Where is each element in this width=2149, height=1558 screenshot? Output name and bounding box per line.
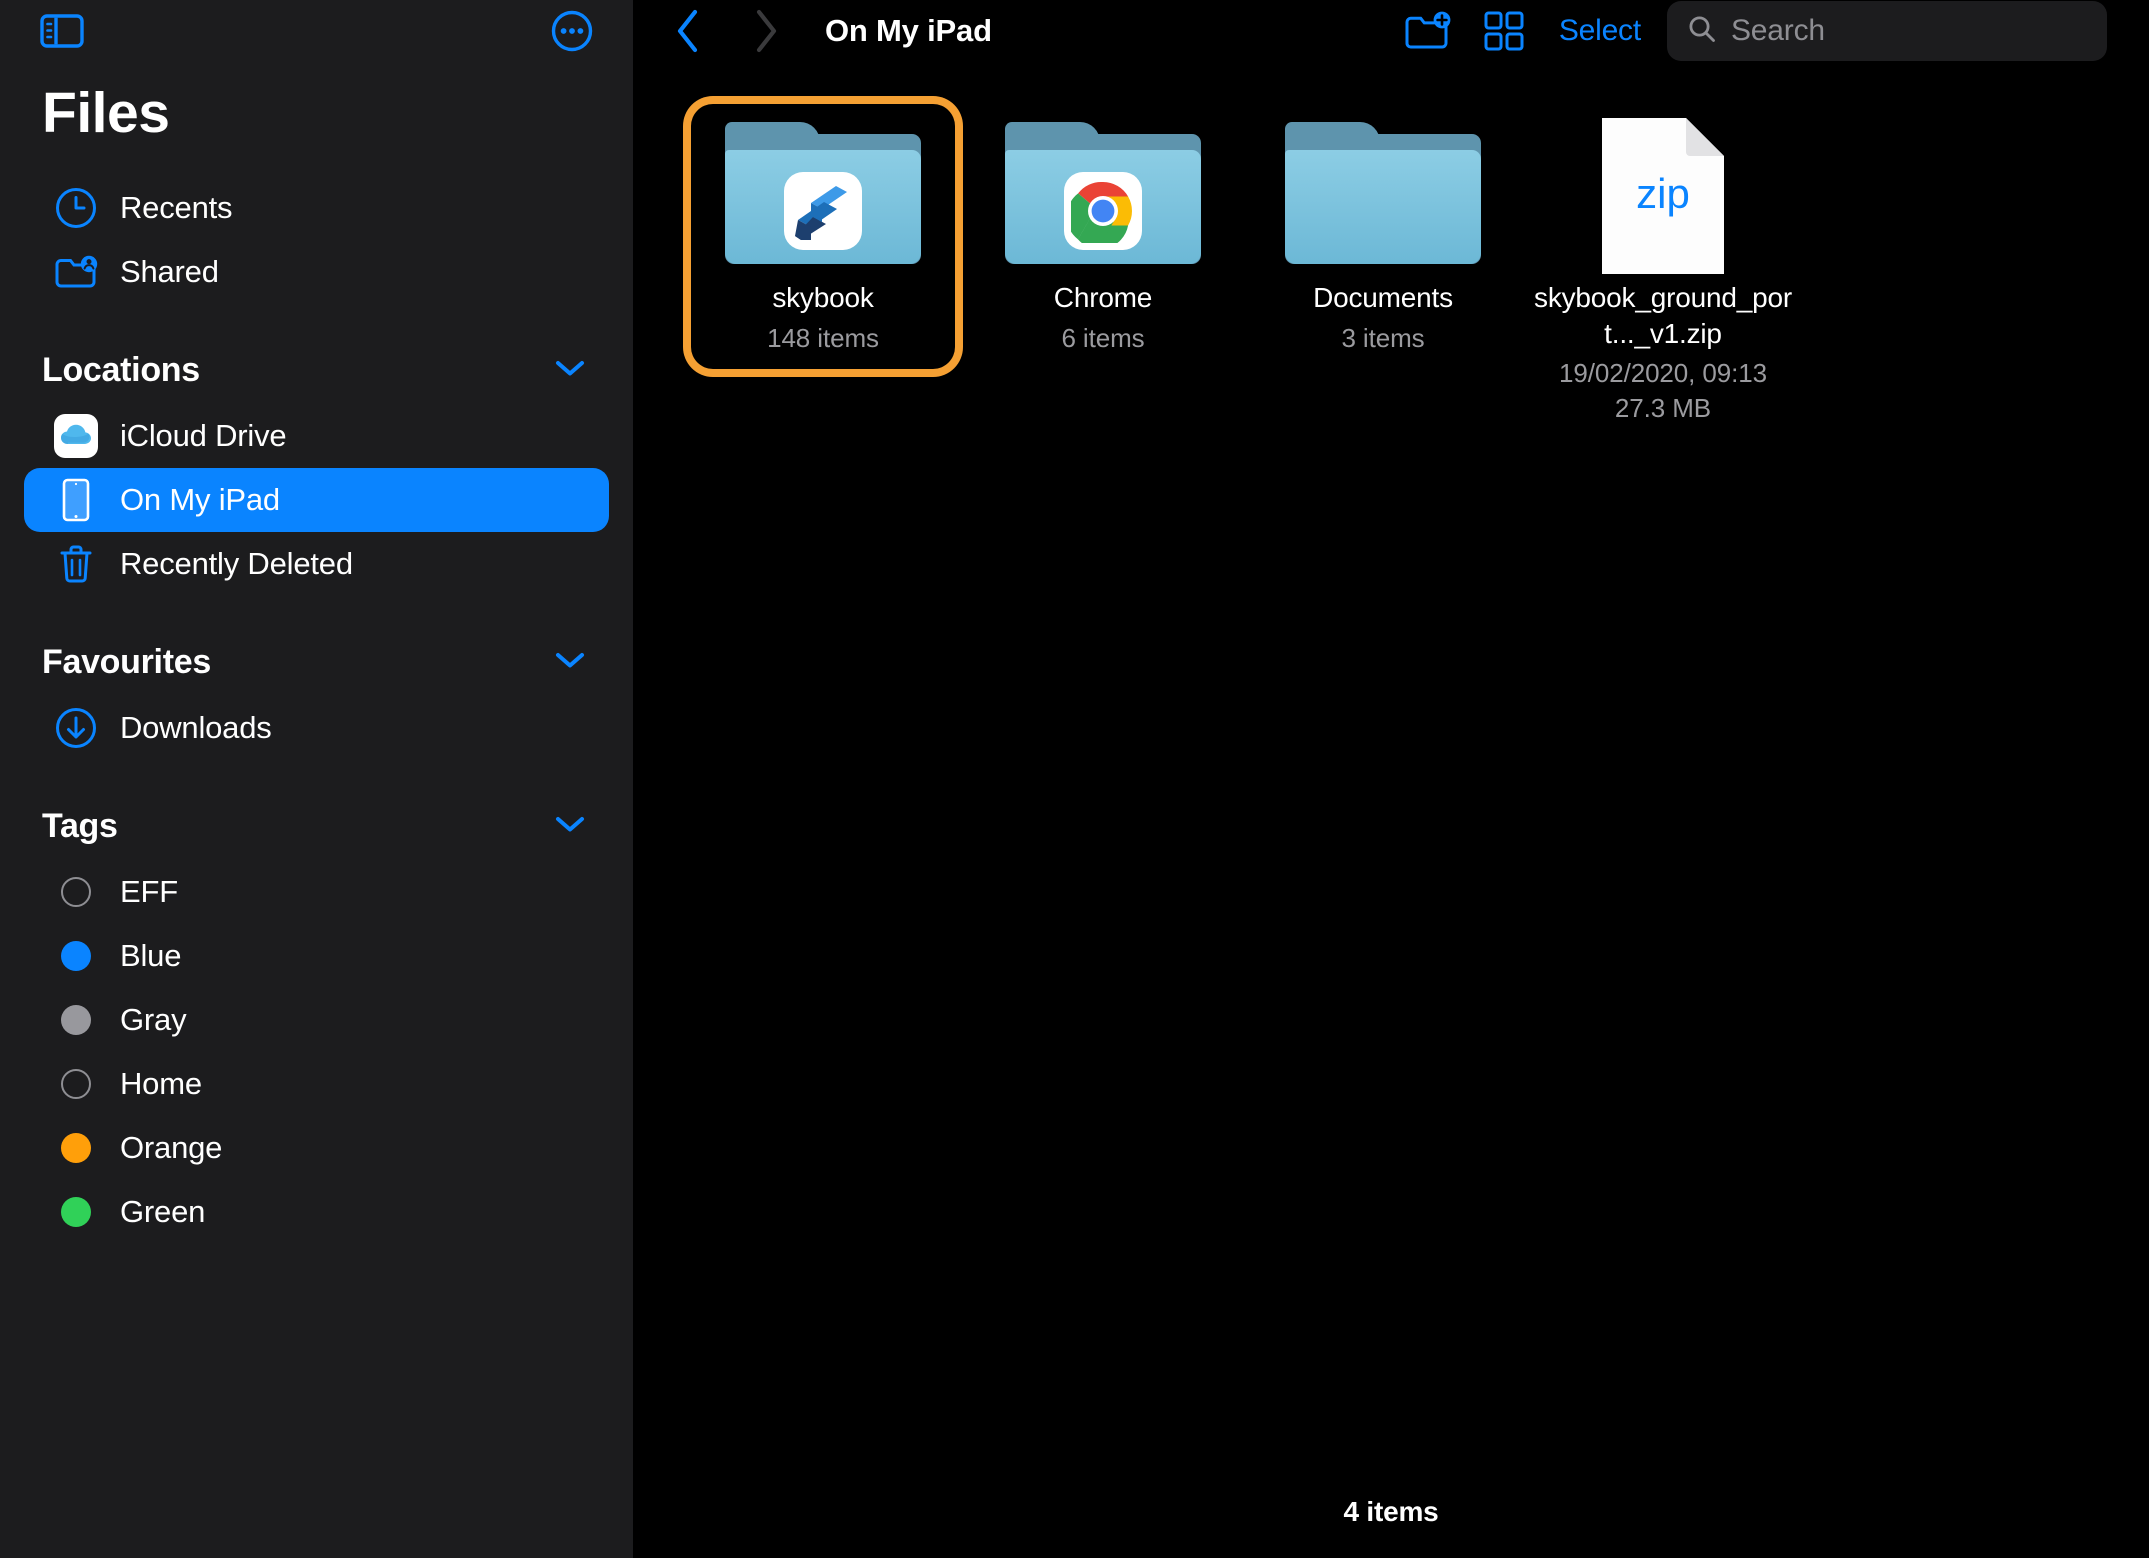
tag-color-icon (50, 941, 102, 971)
section-header-tags[interactable]: Tags (0, 798, 633, 854)
ipad-icon (50, 476, 102, 524)
sidebar-item-label: Blue (120, 938, 182, 973)
sidebar-item-label: EFF (120, 874, 178, 909)
sidebar-item-shared[interactable]: Shared (24, 240, 609, 304)
chrome-app-icon (1064, 172, 1142, 250)
chevron-down-icon[interactable] (555, 815, 585, 838)
chevron-down-icon[interactable] (555, 651, 585, 674)
sidebar-item-recents[interactable]: Recents (24, 176, 609, 240)
sidebar: Files Recents Shared Locations iCloud Dr… (0, 0, 633, 1558)
sidebar-toggle-glyph (40, 14, 84, 48)
select-button[interactable]: Select (1533, 14, 1667, 48)
file-grid: skybook 148 items Chrome 6 items Documen… (633, 62, 2149, 448)
file-thumbnail (1285, 112, 1481, 264)
sidebar-item-label: iCloud Drive (120, 418, 287, 453)
search-input[interactable]: Search (1667, 1, 2107, 61)
svg-text:zip: zip (1636, 170, 1690, 217)
sidebar-tag-blue[interactable]: Blue (24, 924, 609, 988)
file-name: skybook (772, 282, 874, 313)
sidebar-item-label: Shared (120, 254, 219, 289)
tag-color-icon (50, 1005, 102, 1035)
sidebar-item-icloud-drive[interactable]: iCloud Drive (24, 404, 609, 468)
folder-icon (725, 122, 921, 264)
file-name: Documents (1313, 282, 1453, 313)
sidebar-item-label: Recents (120, 190, 233, 225)
file-item-chrome[interactable]: Chrome 6 items (963, 96, 1243, 377)
favourites-list: Downloads (0, 696, 633, 760)
section-header-locations[interactable]: Locations (0, 342, 633, 398)
sidebar-toggle-icon[interactable] (40, 14, 84, 48)
icloud-drive-icon (50, 412, 102, 460)
search-icon (1687, 14, 1717, 49)
breadcrumb: On My iPad (825, 13, 992, 48)
chevron-right-icon (739, 4, 793, 58)
file-thumbnail: zip (1596, 112, 1730, 274)
sidebar-tag-home[interactable]: Home (24, 1052, 609, 1116)
trash-icon (50, 541, 102, 587)
file-date: 19/02/2020, 09:13 (1559, 358, 1767, 389)
sidebar-toolbar (0, 0, 633, 62)
file-item-skybook[interactable]: skybook 148 items (683, 96, 963, 377)
file-thumbnail (725, 112, 921, 264)
tag-color-icon (50, 877, 102, 907)
section-title: Favourites (42, 642, 211, 681)
file-name: Chrome (1053, 282, 1153, 313)
sidebar-tag-eff[interactable]: EFF (24, 860, 609, 924)
shared-folder-icon (50, 250, 102, 294)
tag-color-icon (50, 1133, 102, 1163)
files-app-window: Files Recents Shared Locations iCloud Dr… (0, 0, 2149, 1558)
skybook-app-icon (784, 172, 862, 250)
file-size: 27.3 MB (1614, 393, 1712, 424)
sidebar-item-label: Orange (120, 1130, 223, 1165)
folder-icon (1005, 122, 1201, 264)
main-toolbar: On My iPad Select Search (633, 0, 2149, 62)
clock-icon (50, 186, 102, 230)
sidebar-item-label: On My iPad (120, 482, 280, 517)
tag-color-icon (50, 1197, 102, 1227)
sidebar-tag-orange[interactable]: Orange (24, 1116, 609, 1180)
more-options-glyph (551, 10, 593, 52)
sidebar-item-label: Downloads (120, 710, 272, 745)
file-item-zip[interactable]: zip skybook_ground_port..._v1.zip 19/02/… (1523, 96, 1803, 448)
status-bar-item-count: 4 items (1343, 1496, 1439, 1527)
new-folder-icon[interactable] (1399, 5, 1457, 57)
file-subtitle: 148 items (767, 322, 879, 353)
file-subtitle: 3 items (1341, 322, 1425, 353)
sidebar-item-on-my-ipad[interactable]: On My iPad (24, 468, 609, 532)
tags-list: EFF Blue Gray Home Orange Green (0, 860, 633, 1244)
sidebar-item-recently-deleted[interactable]: Recently Deleted (24, 532, 609, 596)
file-thumbnail (1005, 112, 1201, 264)
section-title: Tags (42, 806, 118, 845)
search-placeholder: Search (1731, 14, 1825, 47)
sidebar-item-label: Green (120, 1194, 206, 1229)
main-content: On My iPad Select Search skybook 148 ite… (633, 0, 2149, 1558)
zip-file-icon: zip (1596, 112, 1730, 280)
grid-view-icon[interactable] (1475, 5, 1533, 57)
page-title: Files (42, 81, 170, 145)
sidebar-primary-nav: Recents Shared (0, 176, 633, 304)
sidebar-tag-green[interactable]: Green (24, 1180, 609, 1244)
more-options-icon[interactable] (551, 10, 593, 52)
sidebar-item-label: Gray (120, 1002, 187, 1037)
file-subtitle: 6 items (1061, 322, 1145, 353)
chevron-down-icon[interactable] (555, 359, 585, 382)
section-header-favourites[interactable]: Favourites (0, 634, 633, 690)
file-name: skybook_ground_port..._v1.zip (1534, 282, 1792, 349)
sidebar-item-label: Recently Deleted (120, 546, 353, 581)
chevron-left-icon[interactable] (661, 4, 715, 58)
locations-list: iCloud Drive On My iPad Recently Deleted (0, 404, 633, 596)
download-circle-icon (50, 706, 102, 750)
file-item-documents[interactable]: Documents 3 items (1243, 96, 1523, 377)
sidebar-item-label: Home (120, 1066, 202, 1101)
tag-color-icon (50, 1069, 102, 1099)
folder-icon (1285, 122, 1481, 264)
sidebar-tag-gray[interactable]: Gray (24, 988, 609, 1052)
sidebar-item-downloads[interactable]: Downloads (24, 696, 609, 760)
section-title: Locations (42, 350, 200, 389)
